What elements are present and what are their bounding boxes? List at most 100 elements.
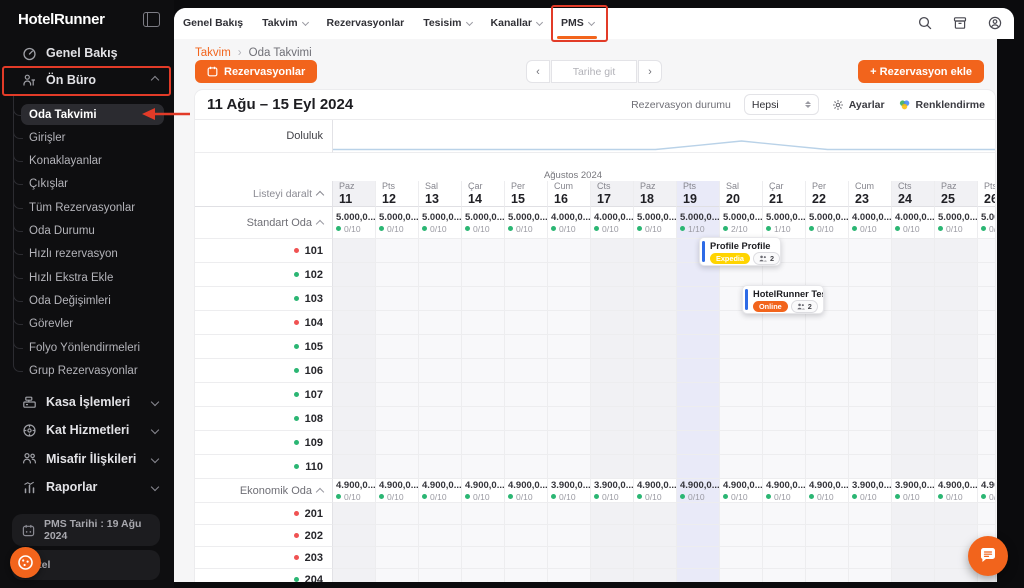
day-cell-room-109[interactable]: [677, 431, 720, 455]
day-cell-room-108[interactable]: [892, 407, 935, 431]
day-cell-room-107[interactable]: [935, 383, 978, 407]
room-label-102[interactable]: 102: [195, 263, 333, 287]
day-cell-room-201[interactable]: [505, 503, 548, 525]
day-cell-room-105[interactable]: [935, 335, 978, 359]
day-cell-room-203[interactable]: [376, 547, 419, 569]
room-label-106[interactable]: 106: [195, 359, 333, 383]
day-cell-room-201[interactable]: [376, 503, 419, 525]
day-cell-room-201[interactable]: [548, 503, 591, 525]
add-reservation-button[interactable]: + Rezervasyon ekle: [858, 60, 984, 83]
day-cell-room-108[interactable]: [763, 407, 806, 431]
rate-cell[interactable]: 5.000,0...0/10: [935, 207, 978, 239]
day-cell-room-106[interactable]: [892, 359, 935, 383]
day-cell-room-106[interactable]: [376, 359, 419, 383]
pms-date-box[interactable]: PMS Tarihi : 19 Ağu 2024: [12, 514, 160, 546]
tab-tesisim[interactable]: Tesisim: [423, 8, 471, 39]
tab-genel-bak-[interactable]: Genel Bakış: [183, 8, 243, 39]
rate-cell[interactable]: 5.000,0...0/10: [978, 207, 995, 239]
rate-cell[interactable]: 3.900,0...0/10: [849, 479, 892, 503]
rate-cell[interactable]: 4.900,0...0/10: [720, 479, 763, 503]
day-cell-room-102[interactable]: [892, 263, 935, 287]
rate-cell[interactable]: 5.000,0...1/10: [677, 207, 720, 239]
sidebar-subitem-h-zl-rezervasyon[interactable]: Hızlı rezervasyon: [21, 244, 164, 265]
sidebar-subitem-giri-ler[interactable]: Girişler: [21, 127, 164, 148]
day-cell-room-109[interactable]: [806, 431, 849, 455]
day-cell-room-103[interactable]: [892, 287, 935, 311]
day-cell-room-109[interactable]: [978, 431, 995, 455]
rate-cell[interactable]: 4.000,0...0/10: [548, 207, 591, 239]
sidebar-item-kat-hizmetleri[interactable]: Kat Hizmetleri: [0, 419, 174, 441]
rate-cell[interactable]: 4.900,0...0/10: [677, 479, 720, 503]
day-cell-room-109[interactable]: [849, 431, 892, 455]
day-cell-room-108[interactable]: [634, 407, 677, 431]
day-cell-room-103[interactable]: [935, 287, 978, 311]
day-cell-room-107[interactable]: [849, 383, 892, 407]
day-cell-room-109[interactable]: [634, 431, 677, 455]
day-cell-room-108[interactable]: [720, 407, 763, 431]
day-cell-room-110[interactable]: [849, 455, 892, 479]
rate-cell[interactable]: 4.900,0...0/10: [419, 479, 462, 503]
day-cell-room-203[interactable]: [591, 547, 634, 569]
day-cell-room-110[interactable]: [505, 455, 548, 479]
day-cell-room-106[interactable]: [419, 359, 462, 383]
day-cell-room-103[interactable]: [548, 287, 591, 311]
day-cell-room-203[interactable]: [419, 547, 462, 569]
day-cell-room-201[interactable]: [419, 503, 462, 525]
day-cell-room-204[interactable]: [806, 569, 849, 582]
day-cell-room-104[interactable]: [720, 311, 763, 335]
day-cell-room-109[interactable]: [591, 431, 634, 455]
day-cell-room-102[interactable]: [505, 263, 548, 287]
day-cell-room-101[interactable]: [462, 239, 505, 263]
room-label-201[interactable]: 201: [195, 503, 333, 525]
day-cell-room-101[interactable]: [634, 239, 677, 263]
apps-box-icon[interactable]: [953, 16, 967, 30]
day-cell-room-110[interactable]: [634, 455, 677, 479]
rate-cell[interactable]: 4.900,0...0/10: [978, 479, 995, 503]
day-cell-room-107[interactable]: [505, 383, 548, 407]
rate-cell[interactable]: 4.900,0...0/10: [763, 479, 806, 503]
day-cell-room-110[interactable]: [333, 455, 376, 479]
day-cell-room-104[interactable]: [978, 311, 995, 335]
day-cell-room-103[interactable]: [591, 287, 634, 311]
day-cell-room-202[interactable]: [634, 525, 677, 547]
day-cell-room-106[interactable]: [763, 359, 806, 383]
day-cell-room-103[interactable]: [634, 287, 677, 311]
next-period-button[interactable]: ›: [638, 60, 662, 83]
day-cell-room-103[interactable]: [376, 287, 419, 311]
day-cell-room-101[interactable]: [333, 239, 376, 263]
room-label-108[interactable]: 108: [195, 407, 333, 431]
day-cell-room-204[interactable]: [720, 569, 763, 582]
day-cell-room-104[interactable]: [505, 311, 548, 335]
day-cell-room-102[interactable]: [333, 263, 376, 287]
day-cell-room-107[interactable]: [720, 383, 763, 407]
tab-rezervasyonlar[interactable]: Rezervasyonlar: [327, 8, 405, 39]
day-cell-room-107[interactable]: [548, 383, 591, 407]
day-cell-room-106[interactable]: [462, 359, 505, 383]
day-cell-room-107[interactable]: [591, 383, 634, 407]
room-label-204[interactable]: 204: [195, 569, 333, 582]
rate-cell[interactable]: 4.900,0...0/10: [376, 479, 419, 503]
day-cell-room-108[interactable]: [935, 407, 978, 431]
day-cell-room-203[interactable]: [333, 547, 376, 569]
sidebar-subitem-konaklayanlar[interactable]: Konaklayanlar: [21, 151, 164, 172]
day-cell-room-203[interactable]: [892, 547, 935, 569]
day-cell-room-101[interactable]: [849, 239, 892, 263]
day-cell-room-203[interactable]: [634, 547, 677, 569]
day-cell-room-103[interactable]: [462, 287, 505, 311]
day-cell-room-102[interactable]: [978, 263, 995, 287]
rate-cell[interactable]: 4.000,0...0/10: [591, 207, 634, 239]
day-cell-room-104[interactable]: [634, 311, 677, 335]
day-cell-room-203[interactable]: [677, 547, 720, 569]
collapse-list-label[interactable]: Listeyi daralt: [195, 181, 333, 207]
day-cell-room-106[interactable]: [505, 359, 548, 383]
room-label-110[interactable]: 110: [195, 455, 333, 479]
day-cell-room-104[interactable]: [763, 311, 806, 335]
day-cell-room-201[interactable]: [806, 503, 849, 525]
sidebar-subitem-oda-de-i-imleri[interactable]: Oda Değişimleri: [21, 290, 164, 311]
day-cell-room-102[interactable]: [419, 263, 462, 287]
day-cell-room-202[interactable]: [462, 525, 505, 547]
rate-cell[interactable]: 4.900,0...0/10: [806, 479, 849, 503]
day-cell-room-110[interactable]: [591, 455, 634, 479]
day-cell-room-109[interactable]: [720, 431, 763, 455]
breadcrumb-parent[interactable]: Takvim: [195, 47, 231, 59]
